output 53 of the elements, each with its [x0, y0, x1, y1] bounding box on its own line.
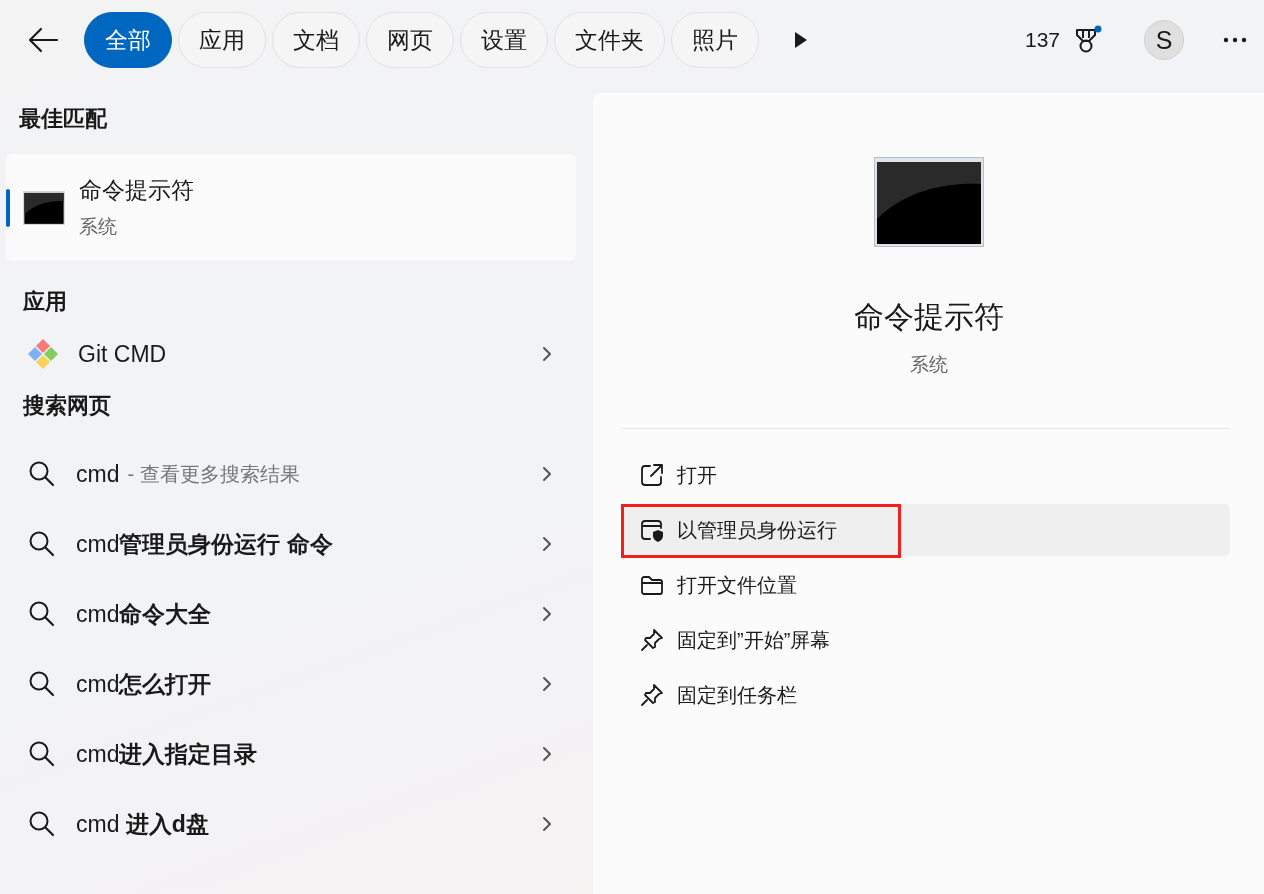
app-title: 命令提示符: [853, 299, 1004, 335]
filter-tab[interactable]: 全部: [84, 12, 172, 68]
best-match-item[interactable]: 命令提示符 系统: [6, 154, 576, 261]
action-item[interactable]: 以管理员身份运行: [621, 504, 1230, 556]
web-search-result[interactable]: cmd进入指定目录: [0, 719, 593, 789]
pin-icon: [639, 682, 665, 708]
app-result[interactable]: Git CMD: [0, 317, 593, 391]
web-search-result[interactable]: cmd - 查看更多搜索结果: [0, 439, 593, 509]
web-search-result[interactable]: cmd管理员身份运行 命令: [0, 509, 593, 579]
filter-tab[interactable]: 照片: [671, 12, 759, 68]
chevron-right-icon: [541, 605, 553, 623]
chevron-right-icon: [541, 465, 553, 483]
item-name: 命令提示符: [79, 176, 194, 205]
action-item[interactable]: 固定到”开始”屏幕: [621, 614, 1230, 666]
section-title: 最佳匹配: [18, 105, 108, 133]
chevron-right-icon: [541, 345, 553, 363]
search-icon: [28, 530, 56, 558]
play-icon: [793, 30, 809, 50]
chevron-right-icon: [541, 675, 553, 693]
open-external-icon: [639, 462, 665, 488]
action-item[interactable]: 固定到任务栏: [621, 669, 1230, 721]
app-type: 系统: [909, 353, 948, 377]
filter-tab[interactable]: 网页: [366, 12, 454, 68]
search-icon: [28, 740, 56, 768]
chevron-right-icon: [541, 815, 553, 833]
web-search-result[interactable]: cmd命令大全: [0, 579, 593, 649]
search-icon: [28, 600, 56, 628]
filter-tab[interactable]: 设置: [460, 12, 548, 68]
search-icon: [28, 670, 56, 698]
medal-icon[interactable]: [1074, 25, 1104, 55]
web-search-result[interactable]: cmd 进入d盘: [0, 789, 593, 859]
action-item[interactable]: 打开文件位置: [621, 559, 1230, 611]
chevron-right-icon: [541, 745, 553, 763]
filter-tab[interactable]: 文档: [272, 12, 360, 68]
result-hint: - 查看更多搜索结果: [127, 461, 300, 487]
more-icon: [1222, 36, 1248, 44]
pin-icon: [639, 627, 665, 653]
item-type: 系统: [79, 215, 118, 239]
terminal-icon: [873, 157, 984, 247]
shield-window-icon: [639, 517, 665, 543]
section-title: 搜索网页: [21, 392, 112, 420]
terminal-icon: [23, 190, 65, 225]
user-avatar[interactable]: S: [1144, 20, 1184, 60]
filter-tab[interactable]: 文件夹: [554, 12, 665, 68]
action-item[interactable]: 打开: [621, 449, 1230, 501]
back-arrow-icon: [26, 26, 60, 54]
chevron-right-icon: [541, 535, 553, 553]
web-search-result[interactable]: cmd怎么打开: [0, 649, 593, 719]
points-count: 137: [1024, 28, 1060, 52]
filter-tab[interactable]: 应用: [178, 12, 266, 68]
search-icon: [28, 460, 56, 488]
search-icon: [28, 810, 56, 838]
section-title: 应用: [22, 288, 68, 316]
